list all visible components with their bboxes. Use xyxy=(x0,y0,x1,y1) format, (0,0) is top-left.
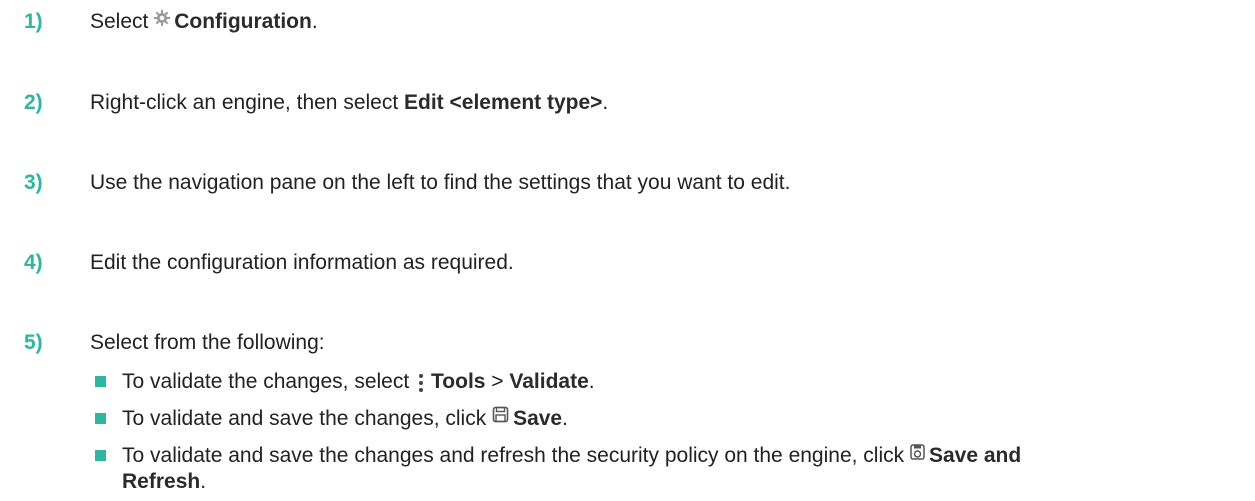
list-item-text: To validate and save the changes, click … xyxy=(122,407,568,431)
step-text: Right-click an engine, then select Edit … xyxy=(90,91,608,115)
save-and-label: Save and xyxy=(928,444,1022,467)
gear-icon xyxy=(154,8,171,32)
step-text-prefix: Right-click an engine, then select xyxy=(90,91,405,114)
kebab-menu-icon xyxy=(419,374,424,393)
bullet-marker xyxy=(95,450,106,461)
tools-label: Tools xyxy=(431,370,486,393)
list-item: To validate the changes, select Tools > … xyxy=(95,370,595,394)
step-number: 5) xyxy=(24,331,43,354)
step-text: Select Configuration. xyxy=(90,10,318,34)
list-item-suffix: . xyxy=(200,470,207,493)
edit-element-type-label: Edit <element type> xyxy=(404,91,603,114)
bullet-marker xyxy=(95,413,106,424)
step-number: 1) xyxy=(24,10,43,33)
step-1: 1) Select Configuration. xyxy=(24,10,318,34)
list-item-prefix: To validate the changes, select xyxy=(122,370,416,393)
list-item-text: To validate the changes, select Tools > … xyxy=(122,370,595,394)
save-refresh-icon xyxy=(910,442,925,466)
refresh-label: Refresh xyxy=(122,470,201,493)
step-number: 3) xyxy=(24,171,43,194)
step-text-suffix: . xyxy=(311,10,318,33)
save-label: Save xyxy=(513,407,563,430)
step-text-prefix: Select xyxy=(90,10,155,33)
menu-separator: > xyxy=(485,370,510,393)
configuration-label: Configuration xyxy=(174,10,312,33)
list-item-suffix: . xyxy=(588,370,595,393)
list-item-continuation: Refresh. xyxy=(122,470,206,494)
step-2: 2) Right-click an engine, then select Ed… xyxy=(24,91,608,115)
step-4: 4) Edit the configuration information as… xyxy=(24,251,514,275)
step-number: 2) xyxy=(24,91,43,114)
bullet-marker xyxy=(95,376,106,387)
step-text: Edit the configuration information as re… xyxy=(90,251,514,274)
step-5: 5) Select from the following: xyxy=(24,331,325,355)
save-icon xyxy=(492,405,509,429)
step-text-suffix: . xyxy=(602,91,609,114)
list-item-prefix: To validate and save the changes, click xyxy=(122,407,493,430)
list-item-text: To validate and save the changes and ref… xyxy=(122,444,1021,468)
step-text: Select from the following: xyxy=(90,331,325,354)
list-item: To validate and save the changes and ref… xyxy=(95,444,1021,468)
list-item: To validate and save the changes, click … xyxy=(95,407,568,431)
step-text: Use the navigation pane on the left to f… xyxy=(90,171,791,194)
list-item-prefix: To validate and save the changes and ref… xyxy=(122,444,910,467)
validate-label: Validate xyxy=(509,370,589,393)
list-item-suffix: . xyxy=(562,407,568,430)
step-3: 3) Use the navigation pane on the left t… xyxy=(24,171,790,195)
step-number: 4) xyxy=(24,251,43,274)
